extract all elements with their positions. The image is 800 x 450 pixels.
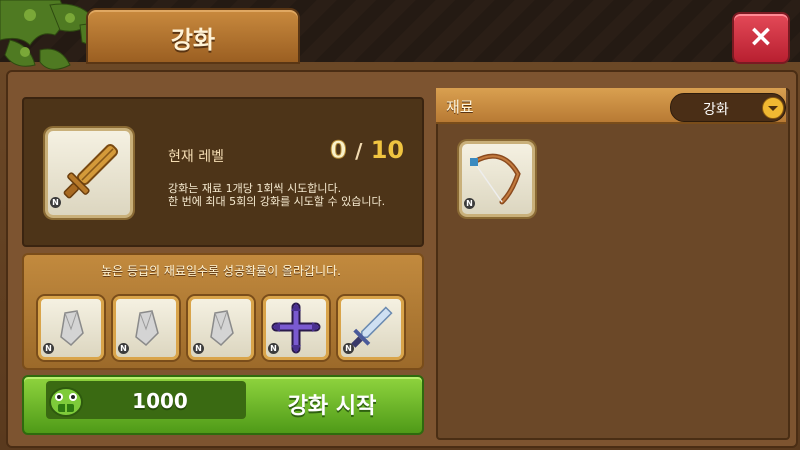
target-item-slot[interactable]: N bbox=[45, 128, 133, 218]
upgrade-screen: 강화 × N 현재 레벨 0 / 10 강화는 재료 1개당 1회씩 시도합니다… bbox=[0, 0, 800, 450]
grade-badge: N bbox=[464, 198, 475, 209]
materials-hint: 높은 등급의 재료일수록 성공확률이 올라갑니다. bbox=[101, 264, 341, 278]
level-separator: / bbox=[355, 139, 363, 163]
filter-selected-value: 강화 bbox=[703, 102, 729, 118]
close-button[interactable]: × bbox=[732, 12, 790, 64]
material-slot-3[interactable]: N bbox=[188, 296, 254, 360]
upgrade-cost: 1000 bbox=[132, 389, 188, 413]
start-upgrade-label: 강화 시작 bbox=[287, 394, 377, 419]
material-slot-4[interactable]: N bbox=[263, 296, 329, 360]
material-slot-5[interactable]: N bbox=[338, 296, 404, 360]
page-title: 강화 bbox=[170, 26, 216, 54]
level-max: 10 bbox=[370, 136, 405, 164]
material-slot-1[interactable]: N bbox=[38, 296, 104, 360]
chevron-down-icon[interactable] bbox=[762, 97, 784, 119]
level-display: 0 / 10 bbox=[330, 136, 405, 165]
grade-badge: N bbox=[193, 343, 204, 354]
current-level-label: 현재 레벨 bbox=[168, 149, 224, 165]
grade-badge: N bbox=[343, 343, 354, 354]
title-tab: 강화 bbox=[86, 8, 300, 64]
upgrade-description: 강화는 재료 1개당 1회씩 시도합니다. 한 번에 최대 5회의 강화를 시도… bbox=[168, 182, 386, 208]
grade-badge: N bbox=[268, 343, 279, 354]
inventory-item-slot[interactable]: N bbox=[459, 141, 535, 217]
green-pig-coin-icon bbox=[49, 387, 83, 417]
grade-badge: N bbox=[118, 343, 129, 354]
grade-badge: N bbox=[43, 343, 54, 354]
material-slot-2[interactable]: N bbox=[113, 296, 179, 360]
level-current: 0 bbox=[330, 136, 348, 165]
grade-badge: N bbox=[50, 197, 61, 208]
inventory-title: 재료 bbox=[446, 98, 474, 116]
